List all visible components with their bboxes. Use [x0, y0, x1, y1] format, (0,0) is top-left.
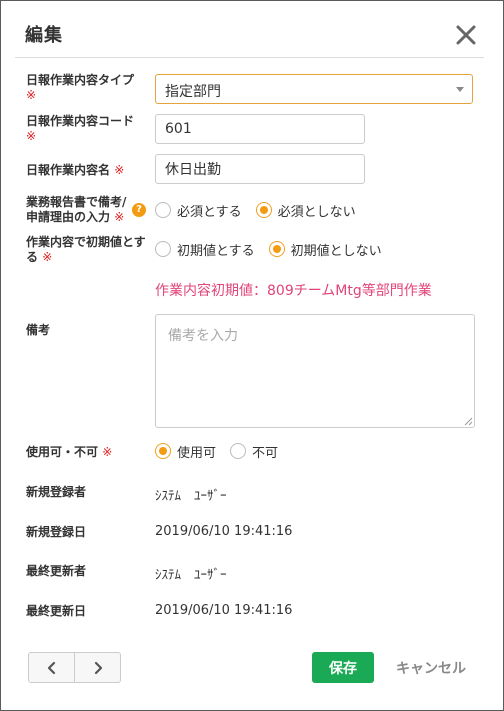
reason-label-line1: 業務報告書で備考/ [26, 195, 127, 209]
save-button[interactable]: 保存 [312, 652, 374, 683]
initial-label: 作業内容で初期値とす る ※ [26, 235, 146, 265]
remarks-textarea[interactable] [155, 314, 475, 428]
required-mark: ※ [114, 163, 125, 177]
initial-value-note: 作業内容初期値：809チームMtg等部門作業 [155, 283, 432, 299]
radio-label: 必須としない [277, 204, 356, 220]
radio-icon [155, 241, 171, 257]
name-label: 日報作業内容名 ※ [26, 163, 124, 178]
availability-label-text: 使用可・不可 [26, 445, 99, 459]
radio-label: 使用可 [177, 445, 217, 461]
reason-option-not-required[interactable]: 必須としない [255, 201, 356, 220]
code-label-text: 日報作業内容コード [26, 114, 135, 128]
radio-icon [230, 443, 247, 459]
created-at-value: 2019/06/10 19:41:16 [155, 524, 293, 539]
close-icon [456, 25, 476, 45]
remarks-label: 備考 [26, 323, 51, 337]
initial-option-set[interactable]: 初期値とする [155, 240, 255, 259]
code-input[interactable] [155, 114, 365, 144]
availability-radio-group: 使用可 不可 [155, 441, 292, 461]
reason-option-required[interactable]: 必須とする [155, 201, 242, 220]
initial-option-unset[interactable]: 初期値としない [268, 240, 382, 259]
initial-label-line1: 作業内容で初期値とす [26, 235, 146, 249]
help-icon[interactable]: ? [132, 203, 146, 217]
radio-checked-icon [155, 443, 171, 459]
code-label: 日報作業内容コード ※ [26, 114, 134, 144]
close-button[interactable] [453, 22, 479, 48]
initial-label-line2: る [26, 250, 39, 264]
record-pager [28, 652, 121, 683]
availability-option-available[interactable]: 使用可 [155, 442, 216, 461]
created-by-value: ｼｽﾃﾑ ﾕｰｻﾞｰ [155, 489, 227, 504]
initial-radio-group: 初期値とする 初期値としない [155, 239, 396, 259]
name-label-text: 日報作業内容名 [26, 163, 111, 177]
radio-icon [155, 202, 171, 218]
required-mark: ※ [26, 129, 37, 143]
required-mark: ※ [42, 250, 53, 264]
created-at-label: 新規登録日 [26, 525, 87, 539]
radio-checked-icon [268, 241, 285, 257]
radio-label: 不可 [252, 445, 279, 461]
updated-by-label: 最終更新者 [26, 564, 87, 578]
edit-dialog: 編集 日報作業内容タイプ ※ 指定部門 日報作業内容コード ※ 日報作業内容名 … [0, 0, 504, 711]
updated-at-value: 2019/06/10 19:41:16 [155, 603, 293, 618]
resize-grip-icon[interactable] [463, 416, 473, 426]
created-by-label: 新規登録者 [26, 485, 87, 499]
required-mark: ※ [102, 445, 113, 459]
dialog-header: 編集 [1, 1, 503, 57]
updated-by-value: ｼｽﾃﾑ ﾕｰｻﾞｰ [155, 568, 227, 583]
chevron-right-icon [94, 661, 102, 674]
radio-checked-icon [255, 202, 272, 218]
type-label: 日報作業内容タイプ ※ [26, 73, 134, 103]
dialog-title: 編集 [25, 25, 63, 46]
caret-down-icon [456, 87, 464, 92]
reason-label-line2: 申請理由の入力 [26, 210, 111, 224]
availability-option-unavailable[interactable]: 不可 [230, 442, 278, 461]
header-divider [15, 57, 484, 58]
type-select-value: 指定部門 [165, 84, 221, 100]
type-label-text: 日報作業内容タイプ [26, 73, 135, 87]
radio-label: 必須とする [177, 204, 242, 220]
name-input[interactable] [155, 154, 365, 184]
chevron-left-icon [47, 661, 55, 674]
availability-label: 使用可・不可 ※ [26, 445, 112, 460]
radio-label: 初期値としない [290, 243, 382, 259]
prev-record-button[interactable] [29, 653, 74, 682]
radio-label: 初期値とする [177, 243, 255, 259]
required-mark: ※ [26, 88, 37, 102]
updated-at-label: 最終更新日 [26, 604, 87, 618]
required-mark: ※ [114, 210, 125, 224]
cancel-button[interactable]: キャンセル [389, 652, 473, 683]
type-select[interactable]: 指定部門 [155, 74, 473, 104]
reason-radio-group: 必須とする 必須としない [155, 200, 370, 220]
next-record-button[interactable] [74, 653, 120, 682]
reason-label: 業務報告書で備考/ 申請理由の入力 ※ [26, 195, 126, 225]
